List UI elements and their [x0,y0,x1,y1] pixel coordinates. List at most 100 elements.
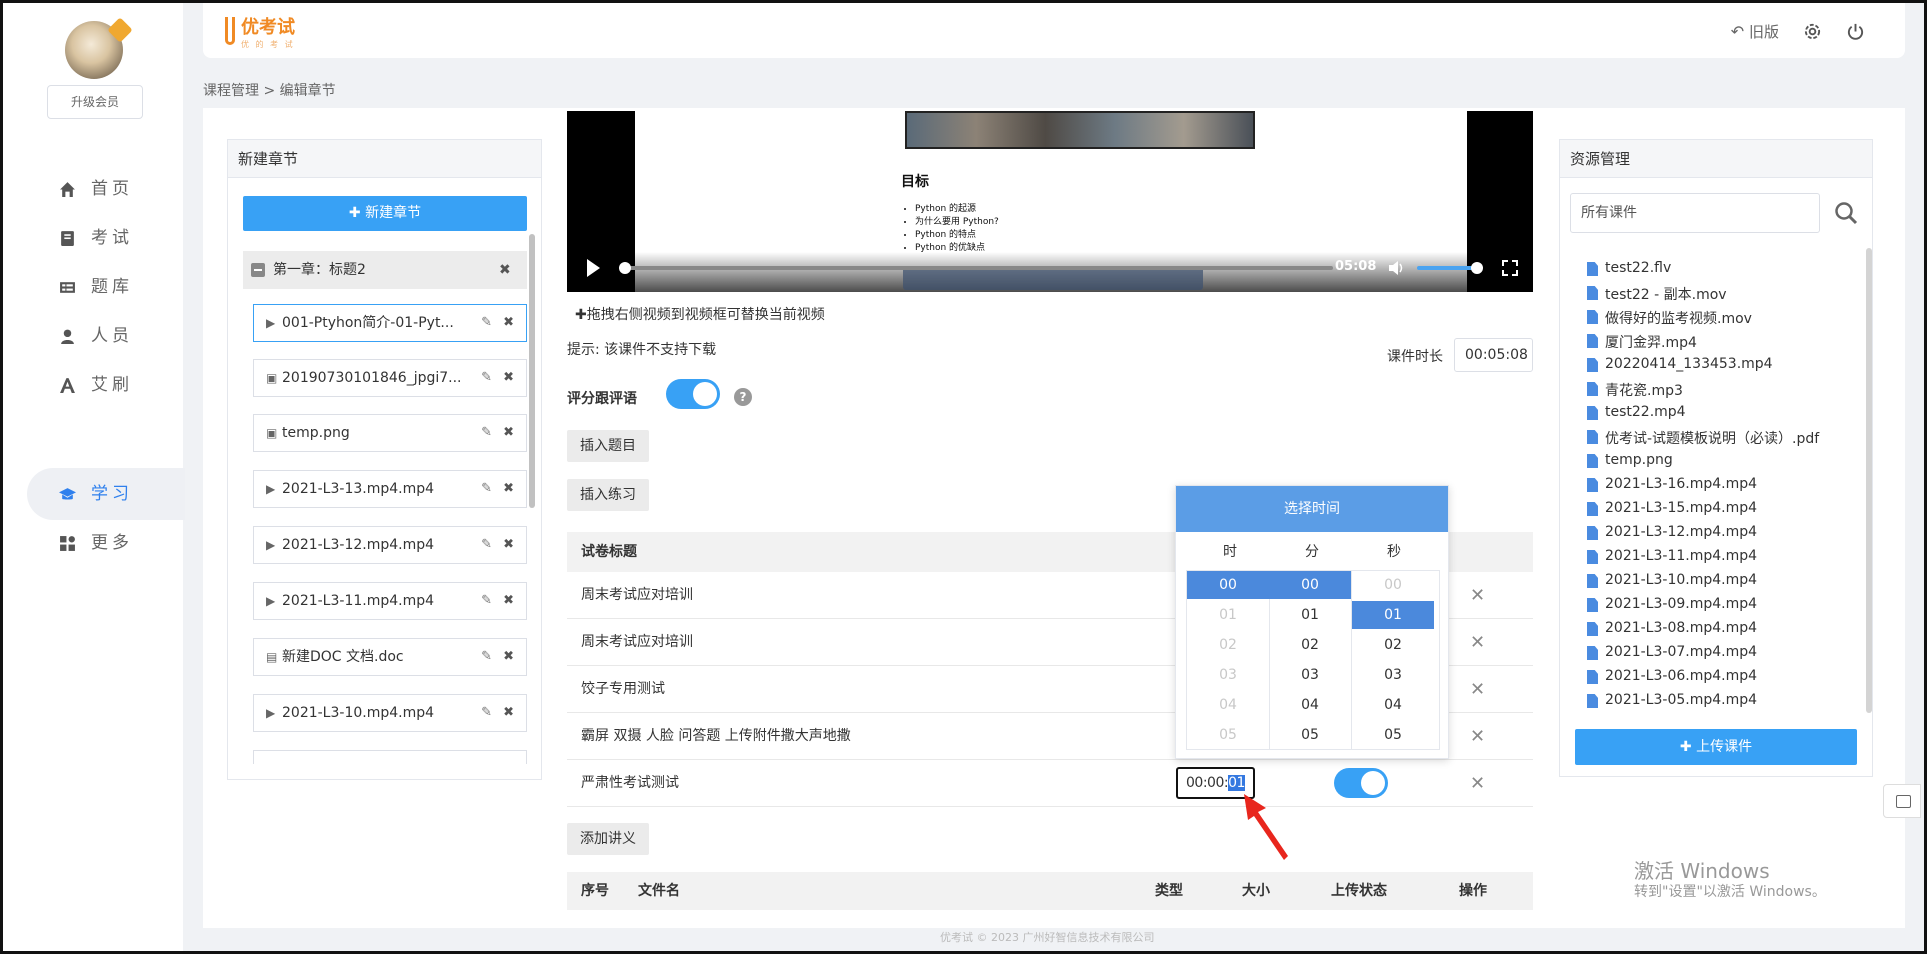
delete-icon[interactable]: ✖ [503,527,514,563]
hour-option[interactable]: 01 [1187,601,1269,629]
delete-icon[interactable]: ✖ [503,471,514,507]
table-row[interactable]: 严肃性考试测试 ✕ [567,760,1533,807]
chapter-item[interactable]: ▶ 2021-L3-12.mp4.mp4 ✎ ✖ [253,526,527,564]
chapter-item[interactable]: ▶ 2021-L3-11.mp4.mp4 ✎ ✖ [253,582,527,620]
resource-file-item[interactable]: temp.png [1587,452,1673,468]
hour-option[interactable]: 03 [1187,661,1269,689]
edit-icon[interactable]: ✎ [481,471,492,507]
delete-chapter-icon[interactable]: ✖ [499,251,511,289]
resource-search-input[interactable]: 所有课件 [1570,193,1820,233]
resource-scrollbar[interactable] [1866,248,1872,713]
new-chapter-button[interactable]: ✚ 新建章节 [243,196,527,231]
delete-icon[interactable]: ✖ [503,639,514,675]
resource-file-item[interactable]: test22.mp4 [1587,404,1686,420]
hour-option[interactable]: 04 [1187,691,1269,719]
resource-file-item[interactable]: 青花瓷.mp3 [1587,380,1683,400]
second-option[interactable]: 05 [1352,721,1434,749]
second-option[interactable]: 03 [1352,661,1434,689]
resource-file-item[interactable]: 20220414_133453.mp4 [1587,356,1773,372]
minute-option[interactable]: 03 [1269,661,1351,689]
volume-thumb[interactable] [1471,262,1483,274]
edit-icon[interactable]: ✎ [481,583,492,619]
chapter-item[interactable]: ▶ 2021-L3-13.mp4.mp4 ✎ ✖ [253,470,527,508]
nav-item-users[interactable]: 人员 [27,310,185,362]
delete-icon[interactable]: ✖ [503,415,514,451]
collapse-icon[interactable] [251,263,265,277]
insert-question-button[interactable]: 插入题目 [567,430,649,462]
edit-icon[interactable]: ✎ [481,360,492,396]
minute-option[interactable]: 02 [1269,631,1351,659]
power-icon[interactable] [1846,22,1865,41]
delete-icon[interactable]: ✖ [503,695,514,731]
resource-file-item[interactable]: 2021-L3-16.mp4.mp4 [1587,476,1757,492]
edit-icon[interactable]: ✎ [481,305,492,341]
resource-file-item[interactable]: 做得好的监考视频.mov [1587,308,1752,328]
search-icon[interactable] [1834,201,1858,225]
chapter-item[interactable]: ▶ 001-Ptyhon简介-01-Pyt... ✎ ✖ [253,304,527,342]
edit-icon[interactable]: ✎ [481,415,492,451]
minute-option[interactable]: 00 [1269,571,1351,599]
chapter-item[interactable]: ▤ 新建DOC 文档.doc ✎ ✖ [253,638,527,676]
close-icon[interactable]: ✕ [1470,666,1485,713]
resource-file-item[interactable]: 2021-L3-07.mp4.mp4 [1587,644,1757,660]
help-icon[interactable]: ? [734,388,752,406]
resource-file-item[interactable]: 优考试-试题模板说明（必读）.pdf [1587,428,1819,448]
play-icon[interactable] [585,258,601,278]
minute-option[interactable]: 04 [1269,691,1351,719]
video-player[interactable]: 目标 Python 的起源 为什么要用 Python? Python 的特点 P… [567,111,1533,292]
nav-item-aishua[interactable]: 艾刷 [27,359,185,411]
hour-option[interactable]: 05 [1187,721,1269,749]
delete-icon[interactable]: ✖ [503,305,514,341]
second-option[interactable]: 00 [1352,571,1434,599]
close-icon[interactable]: ✕ [1470,572,1485,619]
fullscreen-icon[interactable] [1502,260,1518,276]
hour-option[interactable]: 02 [1187,631,1269,659]
breadcrumb-root[interactable]: 课程管理 [203,83,259,99]
resource-file-item[interactable]: 2021-L3-11.mp4.mp4 [1587,548,1757,564]
resource-file-item[interactable]: 2021-L3-09.mp4.mp4 [1587,596,1757,612]
chapter-item[interactable]: ▣ 20190730101846_jpgi7... ✎ ✖ [253,359,527,397]
add-notes-button[interactable]: 添加讲义 [567,823,649,855]
resource-file-item[interactable]: 厦门金羿.mp4 [1587,332,1697,352]
video-progress-thumb[interactable] [619,262,631,274]
volume-icon[interactable] [1388,260,1406,276]
close-icon[interactable]: ✕ [1470,619,1485,666]
close-icon[interactable]: ✕ [1470,713,1485,760]
resource-file-item[interactable]: test22 - 副本.mov [1587,284,1727,304]
edit-icon[interactable]: ✎ [481,639,492,675]
edit-icon[interactable]: ✎ [481,527,492,563]
resource-file-item[interactable]: 2021-L3-05.mp4.mp4 [1587,692,1757,708]
minute-option[interactable]: 05 [1269,721,1351,749]
delete-icon[interactable]: ✖ [503,583,514,619]
nav-item-home[interactable]: 首页 [27,163,185,215]
nav-item-study[interactable]: 学习 [27,468,185,520]
hour-option[interactable]: 00 [1187,571,1269,599]
second-option[interactable]: 02 [1352,631,1434,659]
delete-icon[interactable]: ✖ [503,360,514,396]
resource-file-item[interactable]: 2021-L3-15.mp4.mp4 [1587,500,1757,516]
resource-file-item[interactable]: 2021-L3-06.mp4.mp4 [1587,668,1757,684]
second-option[interactable]: 04 [1352,691,1434,719]
edit-icon[interactable]: ✎ [481,695,492,731]
second-option[interactable]: 01 [1352,601,1434,629]
minute-option[interactable]: 01 [1269,601,1351,629]
gear-icon[interactable] [1803,22,1822,41]
video-progress-bar[interactable] [621,266,1333,270]
upload-courseware-button[interactable]: ✚ 上传课件 [1575,729,1857,765]
logo[interactable]: 优考试 优 的 考 试 [225,13,295,50]
resource-file-item[interactable]: test22.flv [1587,260,1671,276]
resource-file-item[interactable]: 2021-L3-12.mp4.mp4 [1587,524,1757,540]
chapter-item[interactable]: ▣ temp.png ✎ ✖ [253,414,527,452]
nav-item-exam[interactable]: 考试 [27,212,185,264]
nav-item-question-bank[interactable]: 题库 [27,261,185,313]
resource-file-item[interactable]: 2021-L3-10.mp4.mp4 [1587,572,1757,588]
nav-item-more[interactable]: 更多 [27,517,185,569]
duration-field[interactable]: 00:05:08 [1454,338,1533,372]
old-version-link[interactable]: ↶ 旧版 [1731,21,1779,42]
insert-practice-button[interactable]: 插入练习 [567,479,649,511]
chat-float-icon[interactable] [1883,784,1921,818]
upgrade-member-button[interactable]: 升级会员 [47,85,143,119]
resource-file-item[interactable]: 2021-L3-08.mp4.mp4 [1587,620,1757,636]
close-icon[interactable]: ✕ [1470,760,1485,807]
chapter-scrollbar[interactable] [529,234,535,508]
